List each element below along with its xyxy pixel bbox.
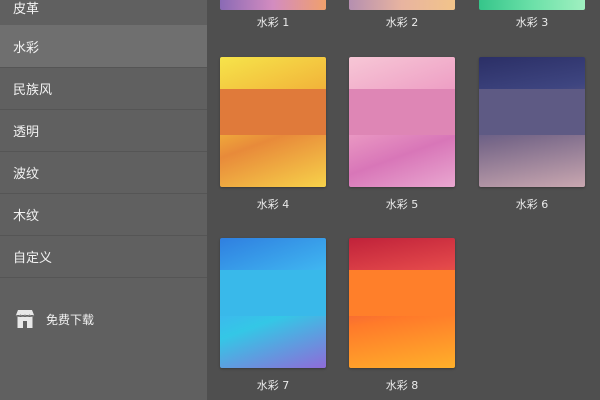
free-download-button[interactable]: 免费下载 (13, 304, 94, 334)
swatch-caption: 水彩 2 (385, 16, 419, 29)
texture-swatch-watercolor-4[interactable] (220, 57, 326, 187)
swatch-caption: 水彩 1 (256, 16, 290, 29)
sidebar-item-leather[interactable]: 皮革 (0, 0, 207, 28)
texture-swatch-watercolor-2[interactable] (349, 0, 455, 10)
sidebar-item-label: 木纹 (13, 208, 40, 224)
texture-swatch-watercolor-3[interactable] (479, 0, 585, 10)
sidebar-item-label: 透明 (13, 124, 40, 140)
sidebar-item-ripple[interactable]: 波纹 (0, 151, 207, 193)
sidebar-item-label: 自定义 (13, 250, 53, 266)
free-download-label: 免费下载 (46, 312, 95, 327)
swatch-caption: 水彩 3 (515, 16, 549, 29)
swatch-caption: 水彩 6 (515, 198, 549, 211)
swatch-color-band (349, 270, 455, 316)
swatch-caption: 水彩 4 (256, 198, 290, 211)
swatch-color-band (479, 89, 585, 135)
sidebar-item-label: 波纹 (13, 166, 40, 182)
texture-swatch-watercolor-1[interactable] (220, 0, 326, 10)
sidebar-item-transparent[interactable]: 透明 (0, 109, 207, 151)
texture-swatch-watercolor-8[interactable] (349, 238, 455, 368)
swatch-caption: 水彩 8 (385, 379, 419, 392)
swatch-color-band (220, 270, 326, 316)
swatch-caption: 水彩 7 (256, 379, 290, 392)
sidebar: 皮革 水彩 民族风 透明 波纹 木纹 自定义 免费下载 (0, 0, 207, 400)
texture-swatch-watercolor-6[interactable] (479, 57, 585, 187)
sidebar-item-watercolor[interactable]: 水彩 (0, 25, 207, 67)
sidebar-item-ethnic[interactable]: 民族风 (0, 67, 207, 109)
sidebar-item-label: 民族风 (13, 82, 53, 98)
swatch-caption: 水彩 5 (385, 198, 419, 211)
sidebar-item-label: 皮革 (13, 1, 40, 17)
sidebar-item-custom[interactable]: 自定义 (0, 235, 207, 277)
store-icon (13, 307, 37, 331)
swatch-color-band (349, 89, 455, 135)
sidebar-item-label: 水彩 (13, 40, 40, 56)
sidebar-item-woodgrain[interactable]: 木纹 (0, 193, 207, 235)
texture-grid: 水彩 1 水彩 2 水彩 3 水彩 4 水彩 5 水彩 6 水彩 7 水彩 8 (207, 0, 600, 400)
divider (0, 277, 207, 278)
texture-swatch-watercolor-5[interactable] (349, 57, 455, 187)
texture-swatch-watercolor-7[interactable] (220, 238, 326, 368)
swatch-color-band (220, 89, 326, 135)
